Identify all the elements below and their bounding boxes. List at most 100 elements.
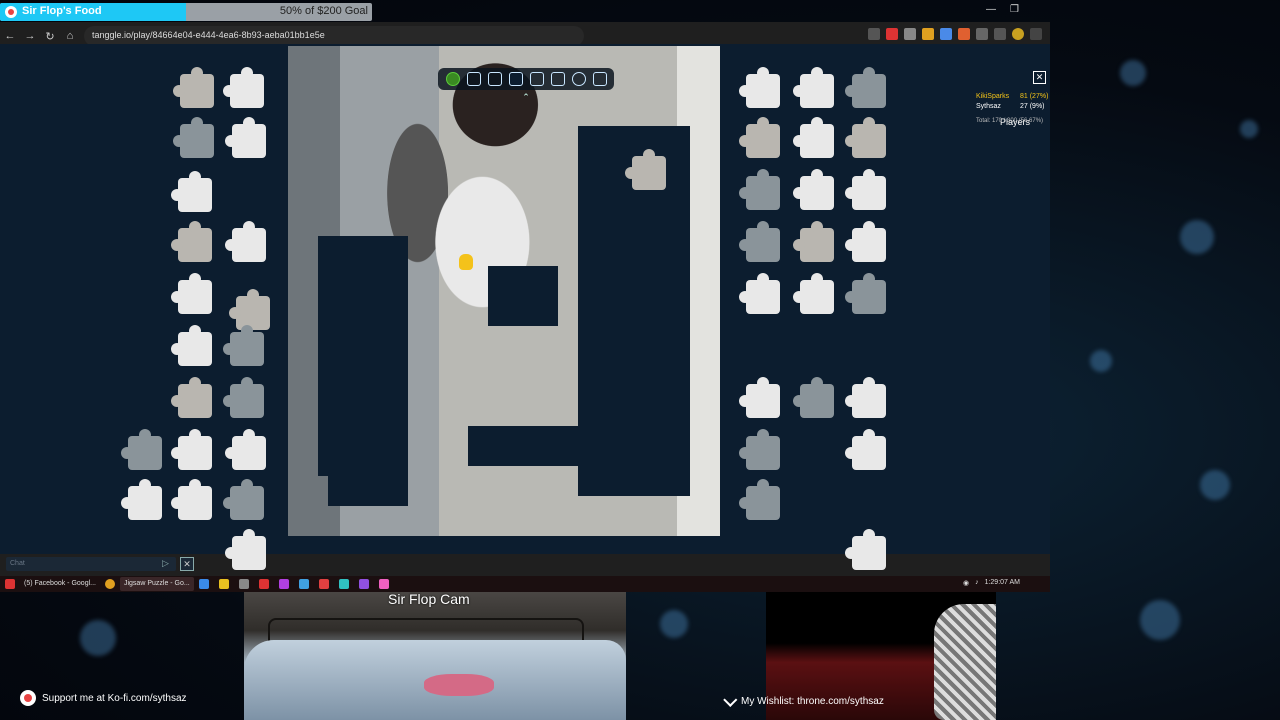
- puzzle-piece[interactable]: [173, 67, 214, 108]
- chair: [934, 604, 996, 720]
- puzzle-piece[interactable]: [171, 377, 212, 418]
- puzzle-piece[interactable]: [793, 67, 834, 108]
- puzzle-piece[interactable]: [625, 149, 666, 190]
- puzzle-piece[interactable]: [739, 377, 780, 418]
- puzzle-piece[interactable]: [739, 169, 780, 210]
- extension-icon[interactable]: [940, 28, 952, 40]
- url-field[interactable]: tanggle.io/play/84664e04-e444-4ea6-8b93-…: [84, 26, 584, 46]
- wifi-icon[interactable]: ◉: [963, 579, 969, 587]
- taskbar-item[interactable]: (5) Facebook - Googl...: [20, 577, 100, 591]
- send-icon[interactable]: ▷: [162, 558, 169, 569]
- app-icon[interactable]: [5, 579, 15, 589]
- puzzle-piece[interactable]: [845, 377, 886, 418]
- extension-icon[interactable]: [976, 28, 988, 40]
- puzzle-piece[interactable]: [171, 221, 212, 262]
- puzzle-piece[interactable]: [739, 221, 780, 262]
- puzzle-piece[interactable]: [173, 117, 214, 158]
- app-icon[interactable]: [378, 579, 389, 589]
- puzzle-piece[interactable]: [739, 479, 780, 520]
- puzzle-piece[interactable]: [739, 273, 780, 314]
- puzzle-piece[interactable]: [739, 67, 780, 108]
- edges-icon[interactable]: [466, 72, 481, 86]
- puzzle-piece[interactable]: [845, 273, 886, 314]
- puzzle-piece[interactable]: [793, 117, 834, 158]
- puzzle-piece[interactable]: [171, 479, 212, 520]
- extension-icon[interactable]: [886, 28, 898, 40]
- share-icon[interactable]: [550, 72, 565, 86]
- bookmark-star-icon[interactable]: [868, 28, 880, 40]
- forward-icon[interactable]: →: [20, 30, 40, 42]
- puzzle-piece[interactable]: [229, 289, 270, 330]
- app-icon[interactable]: [198, 579, 209, 589]
- back-icon[interactable]: ←: [0, 30, 20, 42]
- extension-icon[interactable]: [904, 28, 916, 40]
- settings-icon[interactable]: [571, 72, 586, 86]
- puzzle-piece[interactable]: [845, 529, 886, 570]
- app-icon[interactable]: [238, 579, 249, 589]
- app-icon[interactable]: [298, 579, 309, 589]
- puzzle-piece[interactable]: [225, 117, 266, 158]
- puzzle-piece[interactable]: [845, 67, 886, 108]
- puzzle-piece[interactable]: [171, 429, 212, 470]
- players-icon[interactable]: [529, 72, 544, 86]
- chrome-icon[interactable]: [104, 579, 115, 589]
- app-icon[interactable]: [218, 579, 229, 589]
- puzzle-piece[interactable]: [223, 479, 264, 520]
- app-icon[interactable]: [358, 579, 369, 589]
- reload-icon[interactable]: ↻: [40, 30, 60, 43]
- extension-icon[interactable]: [922, 28, 934, 40]
- puzzle-piece[interactable]: [225, 429, 266, 470]
- download-icon[interactable]: [994, 28, 1006, 40]
- puzzle-piece[interactable]: [739, 429, 780, 470]
- puzzle-piece[interactable]: [121, 429, 162, 470]
- minimize-button[interactable]: —: [986, 4, 996, 15]
- check-icon: [723, 692, 738, 707]
- puzzle-piece[interactable]: [171, 325, 212, 366]
- profile-icon[interactable]: [1012, 28, 1024, 40]
- puzzle-piece-icon[interactable]: [445, 72, 460, 86]
- puzzle-board[interactable]: [288, 46, 720, 536]
- image-preview-icon[interactable]: [487, 72, 502, 86]
- puzzle-piece[interactable]: [171, 171, 212, 212]
- puzzle-piece[interactable]: [845, 117, 886, 158]
- menu-icon[interactable]: [1030, 28, 1042, 40]
- puzzle-page: Players: [0, 44, 1050, 554]
- app-icon[interactable]: [338, 579, 349, 589]
- puzzle-piece[interactable]: [121, 479, 162, 520]
- app-icon[interactable]: [258, 579, 269, 589]
- puzzle-piece[interactable]: [225, 221, 266, 262]
- puzzle-piece[interactable]: [223, 67, 264, 108]
- chat-input[interactable]: Chat: [6, 557, 176, 571]
- players-total: Total: 170 / 300 (56.67%): [976, 118, 1044, 124]
- taskbar-item[interactable]: Jigsaw Puzzle - Go...: [119, 577, 194, 591]
- puzzle-piece[interactable]: [793, 273, 834, 314]
- close-icon[interactable]: ✕: [1033, 71, 1046, 84]
- close-icon[interactable]: ✕: [180, 557, 194, 571]
- missing-area: [318, 236, 408, 476]
- extension-icon[interactable]: [958, 28, 970, 40]
- puzzle-piece[interactable]: [845, 169, 886, 210]
- puzzle-piece[interactable]: [223, 377, 264, 418]
- puzzle-piece[interactable]: [793, 169, 834, 210]
- app-icon[interactable]: [318, 579, 329, 589]
- puzzle-piece[interactable]: [793, 377, 834, 418]
- puzzle-piece[interactable]: [793, 221, 834, 262]
- background-bokeh: [660, 610, 688, 638]
- puzzle-piece[interactable]: [845, 429, 886, 470]
- background-bokeh: [1200, 470, 1230, 500]
- maximize-button[interactable]: ❐: [1010, 4, 1019, 15]
- puzzle-piece[interactable]: [739, 117, 780, 158]
- hand-cursor-icon: [459, 254, 473, 270]
- puzzle-piece[interactable]: [223, 325, 264, 366]
- volume-icon[interactable]: ♪: [975, 579, 979, 587]
- home-icon[interactable]: ⌂: [60, 30, 80, 42]
- puzzle-piece[interactable]: [225, 529, 266, 570]
- puzzle-piece[interactable]: [171, 273, 212, 314]
- fullscreen-icon[interactable]: [592, 72, 607, 86]
- puzzle-piece[interactable]: [845, 221, 886, 262]
- background-color-icon[interactable]: [508, 72, 523, 86]
- clock: 1:29:07 AM: [984, 579, 1020, 586]
- goal-amount: 50% of $200 Goal: [279, 5, 368, 17]
- app-icon[interactable]: [278, 579, 289, 589]
- chevron-up-icon[interactable]: ⌃: [518, 92, 534, 102]
